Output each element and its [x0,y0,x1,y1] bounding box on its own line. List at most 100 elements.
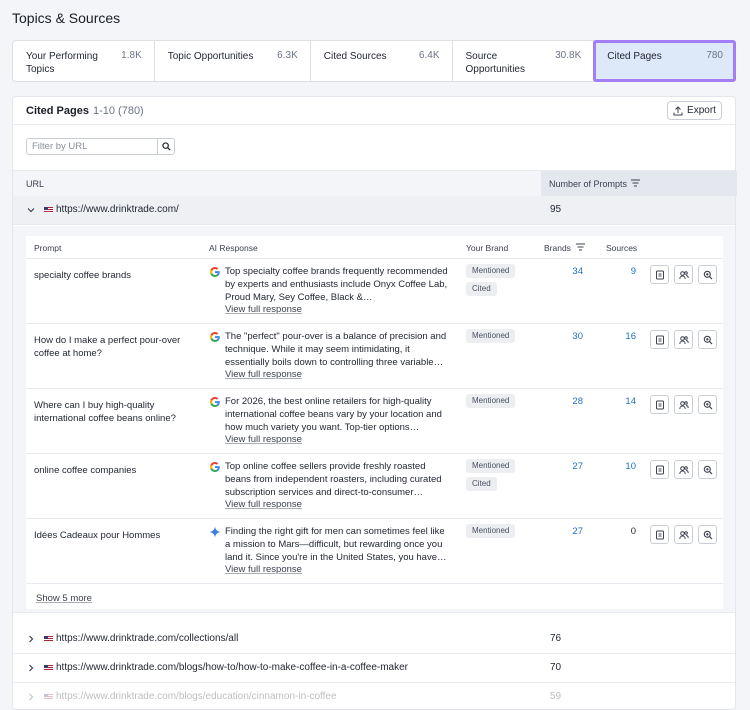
export-label: Export [687,105,716,116]
view-full-response-link[interactable]: View full response [225,304,302,315]
prompt-text: Where can I buy high-quality internation… [34,400,176,424]
tab-your-performing-topics[interactable]: Your Performing Topics 1.8K [13,41,155,81]
view-full-response-link[interactable]: View full response [225,499,302,510]
url-column-header: URL [26,179,45,189]
status-badge: Cited [466,477,497,491]
document-button[interactable] [650,330,669,349]
ai-response-text: Finding the right gift for men can somet… [225,526,447,563]
document-button[interactable] [650,460,669,479]
chevron-right-icon[interactable] [26,634,36,644]
users-icon [678,400,689,409]
view-full-response-link[interactable]: View full response [225,564,302,575]
table-row[interactable]: https://www.drinktrade.com/blogs/educati… [13,683,735,710]
chevron-right-icon[interactable] [26,692,36,702]
tab-count: 780 [706,50,723,61]
table-row[interactable]: https://www.drinktrade.com/blogs/how-to/… [13,654,735,683]
url-text[interactable]: https://www.drinktrade.com/blogs/how-to/… [56,662,408,673]
users-icon [678,530,689,539]
users-icon [678,335,689,344]
chevron-down-icon[interactable] [26,205,36,215]
status-badge: Cited [466,282,497,296]
ai-response-column-header: AI Response [209,243,258,253]
chevron-right-icon[interactable] [26,663,36,673]
url-text[interactable]: https://www.drinktrade.com/collections/a… [56,633,238,644]
magnify-icon [703,465,712,474]
users-button[interactable] [674,525,693,544]
sources-count: 0 [630,526,636,537]
search-icon [161,142,171,151]
sources-count[interactable]: 10 [611,461,636,472]
users-icon [678,270,689,279]
brands-column-header[interactable]: Brands [544,243,586,253]
zoom-button[interactable] [698,460,717,479]
document-button[interactable] [650,395,669,414]
users-button[interactable] [674,265,693,284]
table-row[interactable]: https://www.drinktrade.com/ 95 [13,196,735,225]
document-icon [655,465,664,474]
document-button[interactable] [650,265,669,284]
ai-response-text: For 2026, the best online retailers for … [225,396,442,433]
prompt-count: 59 [550,691,562,702]
us-flag-icon [44,694,53,700]
view-full-response-link[interactable]: View full response [225,369,302,380]
ai-response-text: Top online coffee sellers provide freshl… [225,461,442,498]
show-more-link[interactable]: Show 5 more [36,593,92,604]
brands-count[interactable]: 27 [558,526,583,537]
tab-cited-pages[interactable]: Cited Pages 780 [593,40,736,82]
prompt-text: Idées Cadeaux pour Hommes [34,530,161,541]
ai-response-text: Top specialty coffee brands frequently r… [225,266,448,303]
google-icon [209,331,221,343]
magnify-icon [703,335,712,344]
status-badge: Mentioned [466,459,516,473]
document-icon [655,270,664,279]
brands-count[interactable]: 27 [558,461,583,472]
sources-count[interactable]: 14 [611,396,636,407]
url-text[interactable]: https://www.drinktrade.com/blogs/educati… [56,691,337,702]
us-flag-icon [44,636,53,642]
table-header: URL Number of Prompts [13,170,737,197]
tab-count: 30.8K [555,50,582,61]
gemini-sparkle-icon [209,526,221,538]
zoom-button[interactable] [698,525,717,544]
tab-count: 6.3K [277,50,298,61]
tab-cited-sources[interactable]: Cited Sources 6.4K [311,41,453,81]
brands-count[interactable]: 28 [558,396,583,407]
sources-count[interactable]: 9 [611,266,636,277]
table-row[interactable]: https://www.drinktrade.com/collections/a… [13,625,735,654]
header-label: Brands [544,243,571,253]
status-badge: Mentioned [466,394,516,408]
magnify-icon [703,530,712,539]
search-button[interactable] [157,138,175,155]
number-of-prompts-header[interactable]: Number of Prompts [541,171,737,196]
users-button[interactable] [674,395,693,414]
prompt-column-header: Prompt [34,243,62,253]
export-button[interactable]: Export [667,101,722,120]
view-full-response-link[interactable]: View full response [225,434,302,445]
zoom-button[interactable] [698,395,717,414]
filter-by-url-input[interactable] [26,138,157,155]
google-icon [209,266,221,278]
header-label: Number of Prompts [549,179,628,189]
zoom-button[interactable] [698,265,717,284]
users-button[interactable] [674,330,693,349]
google-icon [209,461,221,473]
tab-label: Cited Pages [607,51,662,62]
url-text[interactable]: https://www.drinktrade.com/ [56,204,179,215]
tab-bar: Your Performing Topics 1.8K Topic Opport… [12,40,736,82]
document-icon [655,335,664,344]
brands-count[interactable]: 34 [558,266,583,277]
prompt-row: Idées Cadeaux pour Hommes Finding the ri… [26,519,723,584]
tab-label: Source Opportunities [465,51,525,75]
tab-source-opportunities[interactable]: Source Opportunities 30.8K [453,41,595,81]
users-button[interactable] [674,460,693,479]
tab-count: 1.8K [121,50,142,61]
brands-count[interactable]: 30 [558,331,583,342]
document-button[interactable] [650,525,669,544]
url-filter [26,138,175,155]
prompt-row: online coffee companies Top online coffe… [26,454,723,519]
prompt-count: 95 [550,204,562,215]
sources-count[interactable]: 16 [611,331,636,342]
google-icon [209,396,221,408]
zoom-button[interactable] [698,330,717,349]
tab-topic-opportunities[interactable]: Topic Opportunities 6.3K [155,41,311,81]
